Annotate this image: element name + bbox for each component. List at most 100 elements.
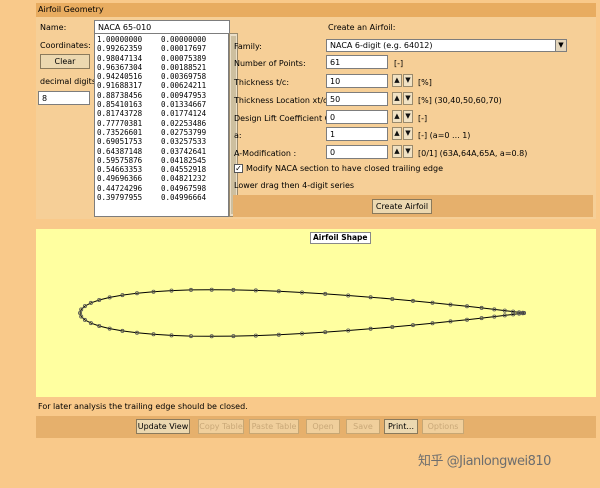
coordinate-y: 0.04967598 bbox=[161, 183, 207, 193]
coordinate-row: 0.81743728 0.01774124 bbox=[97, 109, 226, 118]
create-airfoil-button[interactable]: Create Airfoil bbox=[372, 199, 432, 214]
coordinate-x: 0.54663353 bbox=[97, 165, 143, 175]
coordinate-row: 0.85410163 0.01334667 bbox=[97, 100, 226, 109]
coordinate-x: 0.94240516 bbox=[97, 72, 143, 82]
thickness-location-down-icon[interactable]: ▼ bbox=[403, 92, 413, 105]
thickness-field[interactable]: 10 bbox=[326, 74, 388, 88]
coordinate-y: 0.03742641 bbox=[161, 146, 207, 156]
number-of-points-label: Number of Points: bbox=[234, 59, 306, 68]
coordinate-row: 0.54663353 0.04552918 bbox=[97, 165, 226, 174]
number-of-points-field[interactable]: 61 bbox=[326, 55, 388, 69]
coordinate-y: 0.03257533 bbox=[161, 137, 207, 147]
coordinate-row: 0.49696366 0.04821232 bbox=[97, 174, 226, 183]
coordinate-y: 0.00624211 bbox=[161, 81, 207, 91]
print-button[interactable]: Print... bbox=[384, 419, 418, 434]
airfoil-shape-svg bbox=[78, 287, 526, 339]
thickness-up-icon[interactable]: ▲ bbox=[392, 74, 402, 87]
coordinate-x: 0.91688317 bbox=[97, 81, 143, 91]
coordinate-y: 0.04821232 bbox=[161, 174, 207, 184]
coordinate-y: 0.00017697 bbox=[161, 44, 207, 54]
create-airfoil-heading: Create an Airfoil: bbox=[328, 23, 396, 32]
paste-table-button[interactable]: Paste Table bbox=[249, 419, 299, 434]
number-of-points-unit: [-] bbox=[394, 59, 404, 68]
save-button[interactable]: Save bbox=[346, 419, 380, 434]
copy-table-button[interactable]: Copy Table bbox=[198, 419, 244, 434]
a-modification-field[interactable]: 0 bbox=[326, 145, 388, 159]
family-select-value: NACA 6-digit (e.g. 64012) bbox=[330, 41, 433, 50]
airfoil-geometry-panel: Name: NACA 65-010 Coordinates: Clear dec… bbox=[36, 17, 596, 219]
coordinate-x: 0.85410163 bbox=[97, 100, 143, 110]
coordinate-x: 0.77770381 bbox=[97, 118, 143, 128]
a-label: a: bbox=[234, 131, 242, 140]
open-button[interactable]: Open bbox=[306, 419, 340, 434]
coordinate-y: 0.01334667 bbox=[161, 100, 207, 110]
a-down-icon[interactable]: ▼ bbox=[403, 127, 413, 140]
coordinate-row: 0.96367304 0.00188521 bbox=[97, 63, 226, 72]
coordinate-x: 0.69051753 bbox=[97, 137, 143, 147]
family-select[interactable]: NACA 6-digit (e.g. 64012) ▼ bbox=[326, 39, 567, 52]
coordinate-row: 0.77770381 0.02253486 bbox=[97, 119, 226, 128]
closed-trailing-edge-checkbox[interactable]: ✓ bbox=[234, 164, 243, 173]
a-modification-down-icon[interactable]: ▼ bbox=[403, 145, 413, 158]
coordinate-x: 0.81743728 bbox=[97, 109, 143, 119]
chevron-down-icon[interactable]: ▼ bbox=[555, 40, 566, 51]
coordinate-x: 0.44724296 bbox=[97, 183, 143, 193]
thickness-location-label: Thickness Location xt/c: bbox=[234, 96, 331, 105]
thickness-unit: [%] bbox=[418, 78, 432, 87]
design-lift-coefficient-unit: [-] bbox=[418, 114, 428, 123]
coordinate-y: 0.04552918 bbox=[161, 165, 207, 175]
a-unit: [-] (a=0 ... 1) bbox=[418, 131, 471, 140]
coordinate-x: 0.73526601 bbox=[97, 127, 143, 137]
coordinates-label: Coordinates: bbox=[40, 41, 91, 50]
coordinate-row: 0.39797955 0.04996664 bbox=[97, 193, 226, 202]
coordinate-x: 0.99262359 bbox=[97, 44, 143, 54]
coordinate-x: 1.00000000 bbox=[97, 35, 143, 44]
coordinate-x: 0.96367304 bbox=[97, 62, 143, 72]
coordinate-x: 0.98047134 bbox=[97, 53, 143, 63]
coordinate-row: 0.73526601 0.02753799 bbox=[97, 128, 226, 137]
a-field[interactable]: 1 bbox=[326, 127, 388, 141]
decimal-digits-label: decimal digits: bbox=[40, 77, 99, 86]
a-modification-up-icon[interactable]: ▲ bbox=[392, 145, 402, 158]
coordinate-y: 0.00075389 bbox=[161, 53, 207, 63]
decimal-digits-field[interactable]: 8 bbox=[38, 91, 90, 105]
a-modification-label: A-Modification : bbox=[234, 149, 297, 158]
name-label: Name: bbox=[40, 23, 67, 32]
series-note: Lower drag then 4-digit series bbox=[234, 181, 355, 190]
thickness-location-up-icon[interactable]: ▲ bbox=[392, 92, 402, 105]
update-view-button[interactable]: Update View bbox=[136, 419, 190, 434]
design-lift-coefficient-label: Design Lift Coefficient Cl: bbox=[234, 114, 336, 123]
coordinate-row: 0.94240516 0.00369758 bbox=[97, 72, 226, 81]
watermark: 知乎 @Jianlongwei810 bbox=[418, 454, 551, 469]
coordinates-table[interactable]: 1.00000000 0.00000000 0.99262359 0.00017697… bbox=[94, 33, 229, 217]
clear-button[interactable]: Clear bbox=[40, 54, 90, 69]
thickness-location-unit: [%] (30,40,50,60,70) bbox=[418, 96, 502, 105]
coordinate-row: 0.64387148 0.03742641 bbox=[97, 147, 226, 156]
design-lift-coefficient-field[interactable]: 0 bbox=[326, 110, 388, 124]
coordinate-row: 0.44724296 0.04967598 bbox=[97, 184, 226, 193]
coordinate-y: 0.00947953 bbox=[161, 90, 207, 100]
thickness-down-icon[interactable]: ▼ bbox=[403, 74, 413, 87]
coordinate-x: 0.64387148 bbox=[97, 146, 143, 156]
coordinate-row: 0.98047134 0.00075389 bbox=[97, 54, 226, 63]
cl-up-icon[interactable]: ▲ bbox=[392, 110, 402, 123]
thickness-location-field[interactable]: 50 bbox=[326, 92, 388, 106]
coordinate-y: 0.00000000 bbox=[161, 35, 207, 44]
coordinate-y: 0.00188521 bbox=[161, 62, 207, 72]
airfoil-geometry-frame-title: Airfoil Geometry bbox=[36, 3, 596, 17]
cl-down-icon[interactable]: ▼ bbox=[403, 110, 413, 123]
family-label: Family: bbox=[234, 42, 262, 51]
trailing-edge-note: For later analysis the trailing edge sho… bbox=[38, 402, 248, 411]
coordinate-row: 0.99262359 0.00017697 bbox=[97, 44, 226, 53]
a-modification-unit: [0/1] (63A,64A,65A, a=0.8) bbox=[418, 149, 528, 158]
coordinate-x: 0.49696366 bbox=[97, 174, 143, 184]
a-up-icon[interactable]: ▲ bbox=[392, 127, 402, 140]
closed-trailing-edge-label: Modify NACA section to have closed trail… bbox=[246, 164, 443, 173]
coordinate-y: 0.01774124 bbox=[161, 109, 207, 119]
options-button[interactable]: Options bbox=[422, 419, 464, 434]
coordinate-x: 0.39797955 bbox=[97, 193, 143, 203]
airfoil-name-field[interactable]: NACA 65-010 bbox=[94, 20, 230, 34]
thickness-label: Thickness t/c: bbox=[234, 78, 290, 87]
coordinate-y: 0.02753799 bbox=[161, 127, 207, 137]
coordinate-x: 0.88738456 bbox=[97, 90, 143, 100]
